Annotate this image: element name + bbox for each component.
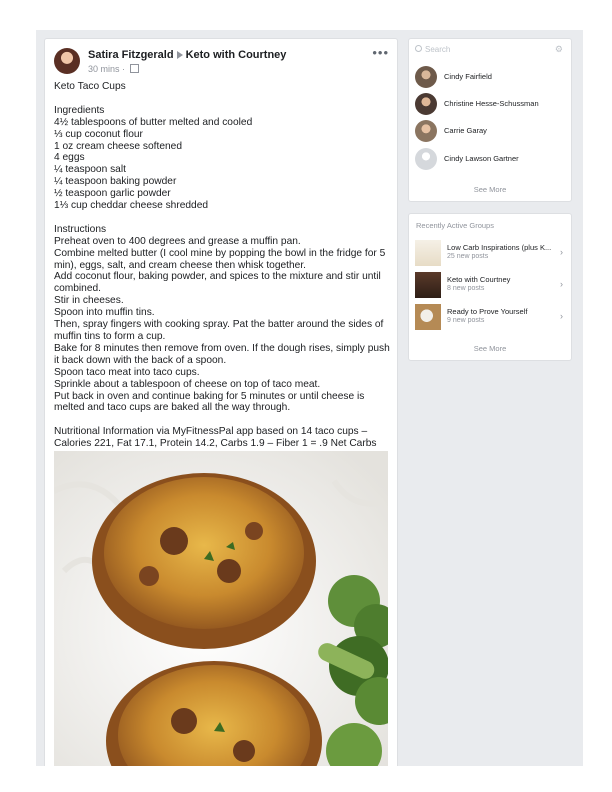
see-more-contacts-link[interactable]: See More [409, 185, 571, 194]
instruction-line: Preheat oven to 400 degrees and grease a… [54, 235, 301, 247]
ingredients-heading: Ingredients [54, 104, 105, 116]
contact-item[interactable]: Christine Hesse-Schussman [415, 93, 565, 115]
ingredient-line: ⅓ cup coconut flour [54, 128, 143, 140]
search-input[interactable]: Search [415, 45, 450, 54]
ingredient-line: 1 oz cream cheese softened [54, 140, 182, 152]
see-more-groups-link[interactable]: See More [409, 344, 571, 353]
group-new-posts: 8 new posts [447, 285, 485, 292]
group-new-posts: 9 new posts [447, 317, 485, 324]
contact-item[interactable]: Cindy Lawson Gartner [415, 148, 565, 170]
group-item[interactable]: Keto with Courtney 8 new posts › [415, 272, 565, 298]
instruction-line: Add coconut flour, baking powder, and sp… [54, 271, 381, 295]
ingredient-line: ¼ teaspoon salt [54, 164, 126, 176]
ingredient-line: 4½ tablespoons of butter melted and cool… [54, 116, 253, 128]
group-thumbnail [415, 304, 441, 330]
avatar [415, 66, 437, 88]
instruction-line: Spoon into muffin tins. [54, 307, 155, 319]
instruction-line: Spoon taco meat into taco cups. [54, 366, 200, 378]
chevron-right-icon: › [560, 311, 563, 321]
group-name: Ready to Prove Yourself [447, 307, 528, 316]
author-name[interactable]: Satira Fitzgerald [88, 49, 174, 61]
group-new-posts: 25 new posts [447, 253, 489, 260]
meta-separator: · [122, 64, 126, 74]
contact-item[interactable]: Cindy Fairfield [415, 66, 565, 88]
avatar [415, 93, 437, 115]
group-thumbnail [415, 240, 441, 266]
contact-name: Christine Hesse-Schussman [444, 99, 539, 108]
group-name: Low Carb Inspirations (plus K... [447, 243, 552, 252]
ingredient-line: 1⅓ cup cheddar cheese shredded [54, 200, 209, 212]
instruction-line: Sprinkle about a tablespoon of cheese on… [54, 378, 321, 390]
contact-item[interactable]: Carrie Garay [415, 120, 565, 142]
post-text: Keto Taco Cups Ingredients 4½ tablespoon… [54, 81, 392, 450]
post-photo[interactable] [54, 451, 388, 766]
globe-icon [129, 64, 139, 73]
post-meta: 30 mins · [88, 64, 139, 74]
instruction-line: Put back in oven and continue baking for… [54, 390, 365, 414]
instruction-line: Bake for 8 minutes then remove from oven… [54, 342, 390, 366]
ingredient-line: 4 eggs [54, 152, 85, 164]
chevron-right-icon: › [560, 247, 563, 257]
contacts-card: Search ⚙ Cindy Fairfield Christine Hesse… [408, 38, 572, 202]
feed-frame: Satira Fitzgerald Keto with Courtney 30 m… [36, 30, 583, 766]
contact-name: Cindy Fairfield [444, 72, 492, 81]
group-item[interactable]: Ready to Prove Yourself 9 new posts › [415, 304, 565, 330]
contact-name: Cindy Lawson Gartner [444, 154, 519, 163]
chevron-right-icon: › [560, 279, 563, 289]
instruction-line: Then, spray fingers with cooking spray. … [54, 319, 384, 342]
instruction-line: Combine melted butter (I cool mine by po… [54, 247, 386, 271]
group-thumbnail [415, 272, 441, 298]
avatar [415, 120, 437, 142]
contact-name: Carrie Garay [444, 126, 487, 135]
gear-icon[interactable]: ⚙ [555, 44, 563, 55]
search-icon [415, 45, 422, 52]
group-name: Keto with Courtney [447, 275, 511, 284]
group-item[interactable]: Low Carb Inspirations (plus K... 25 new … [415, 240, 565, 266]
group-name[interactable]: Keto with Courtney [186, 49, 287, 61]
nutrition-info: Nutritional Information via MyFitnessPal… [54, 426, 377, 450]
post-header: Satira Fitzgerald Keto with Courtney [88, 49, 286, 61]
post-card: Satira Fitzgerald Keto with Courtney 30 m… [44, 38, 398, 766]
instruction-line: Stir in cheeses. [54, 295, 124, 307]
author-avatar[interactable] [54, 48, 80, 74]
arrow-right-icon [176, 51, 183, 60]
ellipsis-icon[interactable]: ••• [372, 45, 389, 60]
recent-groups-card: Recently Active Groups Low Carb Inspirat… [408, 213, 572, 361]
recipe-title: Keto Taco Cups [54, 81, 126, 92]
avatar [415, 148, 437, 170]
ingredient-line: ¼ teaspoon baking powder [54, 176, 177, 188]
ingredient-line: ½ teaspoon garlic powder [54, 188, 171, 200]
instructions-heading: Instructions [54, 223, 107, 235]
taco-cups-photo-illustration [54, 451, 388, 766]
post-time[interactable]: 30 mins [88, 64, 120, 74]
groups-title: Recently Active Groups [416, 221, 494, 230]
